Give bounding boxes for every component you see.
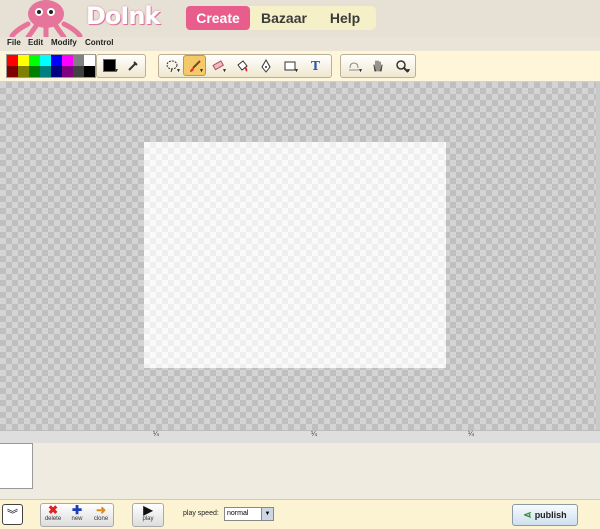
play-button[interactable]: ▶ play: [137, 504, 159, 526]
octopus-icon: [9, 0, 83, 40]
view-tools-group: ▼ ▼: [340, 54, 416, 78]
hand-tool-button[interactable]: [367, 56, 388, 75]
select-tool-button[interactable]: ▼: [161, 56, 182, 75]
main-nav: Create Bazaar Help: [186, 6, 376, 30]
collapse-button[interactable]: ︾: [2, 504, 23, 525]
play-speed-select[interactable]: normal ▼: [224, 507, 274, 521]
play-group: ▶ play: [132, 503, 164, 527]
delete-frame-button[interactable]: ✖ delete: [42, 504, 64, 526]
timeline-tick: ¼: [153, 431, 159, 438]
color-swatch[interactable]: [62, 66, 73, 77]
color-swatch[interactable]: [29, 66, 40, 77]
play-label: play: [142, 516, 154, 522]
tool-bar: ▼ ▼ ▼ ▼ ▼ T ▼ ▼: [0, 51, 600, 82]
color-swatch[interactable]: [73, 66, 84, 77]
color-swatch[interactable]: [51, 55, 62, 66]
delete-label: delete: [44, 516, 62, 522]
hand-icon: [373, 60, 382, 71]
text-t-icon: T: [311, 58, 320, 73]
color-swatch[interactable]: [84, 66, 95, 77]
double-chevron-down-icon: ︾: [7, 508, 18, 521]
frame-actions-group: ✖ delete ✚ new ➜ clone: [40, 503, 114, 527]
dropdown-arrow-icon: ▼: [222, 68, 227, 74]
color-swatch[interactable]: [73, 55, 84, 66]
bottom-bar: ︾ ✖ delete ✚ new ➜ clone ▶ play play spe…: [0, 499, 600, 529]
fill-tool-button[interactable]: [231, 56, 252, 75]
dropdown-arrow-icon: ▼: [294, 68, 299, 74]
app-header: DoInk Create Bazaar Help: [0, 0, 600, 40]
color-swatch[interactable]: [40, 66, 51, 77]
onion-skin-button[interactable]: ▼: [343, 56, 364, 75]
color-swatch[interactable]: [51, 66, 62, 77]
dropdown-arrow-icon: ▼: [406, 68, 411, 74]
clone-label: clone: [93, 516, 109, 522]
timeline-tick: ¼: [311, 431, 317, 438]
color-swatch[interactable]: [18, 55, 29, 66]
share-icon: ⋖: [523, 510, 532, 521]
pen-nib-icon: [260, 58, 271, 73]
publish-label: publish: [534, 510, 567, 520]
paint-bucket-icon: [236, 59, 248, 72]
menu-edit[interactable]: Edit: [28, 38, 43, 47]
clone-frame-button[interactable]: ➜ clone: [90, 504, 112, 526]
drawing-tools-group: ▼ ▼ ▼ ▼ T: [158, 54, 332, 78]
menu-file[interactable]: File: [7, 38, 21, 47]
new-frame-button[interactable]: ✚ new: [66, 504, 88, 526]
publish-button[interactable]: ⋖ publish: [512, 504, 578, 526]
logo-text: DoInk: [86, 2, 160, 30]
dropdown-arrow-icon: ▼: [199, 68, 204, 74]
play-speed-value: normal: [227, 510, 249, 517]
color-swatch[interactable]: [40, 55, 51, 66]
new-label: new: [71, 516, 83, 522]
brush-tool-button[interactable]: ▼: [183, 55, 206, 76]
color-swatch[interactable]: [62, 55, 73, 66]
color-tools-group: ▼: [96, 54, 146, 78]
text-tool-button[interactable]: T: [305, 56, 326, 75]
vertical-scrollbar[interactable]: [596, 82, 600, 430]
dropdown-arrow-icon: ▼: [358, 68, 363, 74]
zoom-tool-button[interactable]: ▼: [391, 56, 412, 75]
color-swatch[interactable]: [7, 55, 18, 66]
play-speed-label: play speed:: [183, 510, 219, 517]
color-swatch[interactable]: [7, 66, 18, 77]
menu-bar: File Edit Modify Control: [0, 37, 600, 51]
frames-strip: [0, 443, 600, 499]
timeline-tick: ¼: [468, 431, 474, 438]
color-swatch[interactable]: [18, 66, 29, 77]
doink-logo[interactable]: DoInk: [6, 0, 186, 40]
current-color-button[interactable]: ▼: [99, 56, 120, 75]
frame-thumbnail[interactable]: [0, 443, 33, 489]
color-swatch[interactable]: [84, 55, 95, 66]
plus-icon: ✚: [71, 503, 83, 517]
color-palette: [6, 54, 96, 78]
color-swatch[interactable]: [29, 55, 40, 66]
shape-tool-button[interactable]: ▼: [279, 56, 300, 75]
drawing-canvas[interactable]: [144, 142, 446, 368]
play-triangle-icon: ▶: [143, 503, 153, 517]
eraser-tool-button[interactable]: ▼: [207, 56, 228, 75]
arrow-right-icon: ➜: [95, 503, 107, 517]
menu-control[interactable]: Control: [85, 38, 113, 47]
dropdown-arrow-icon: ▼: [261, 508, 273, 520]
dropdown-arrow-icon: ▼: [114, 68, 119, 74]
menu-modify[interactable]: Modify: [51, 38, 77, 47]
nav-bazaar[interactable]: Bazaar: [252, 6, 316, 30]
nav-create[interactable]: Create: [186, 6, 250, 30]
delete-x-icon: ✖: [47, 503, 59, 517]
eyedropper-icon: [127, 60, 138, 71]
pen-tool-button[interactable]: [255, 56, 276, 75]
timeline-ruler[interactable]: ¼ ¼ ¼: [0, 430, 600, 444]
eyedropper-button[interactable]: [122, 56, 143, 75]
dropdown-arrow-icon: ▼: [176, 68, 181, 74]
nav-help[interactable]: Help: [318, 6, 372, 30]
